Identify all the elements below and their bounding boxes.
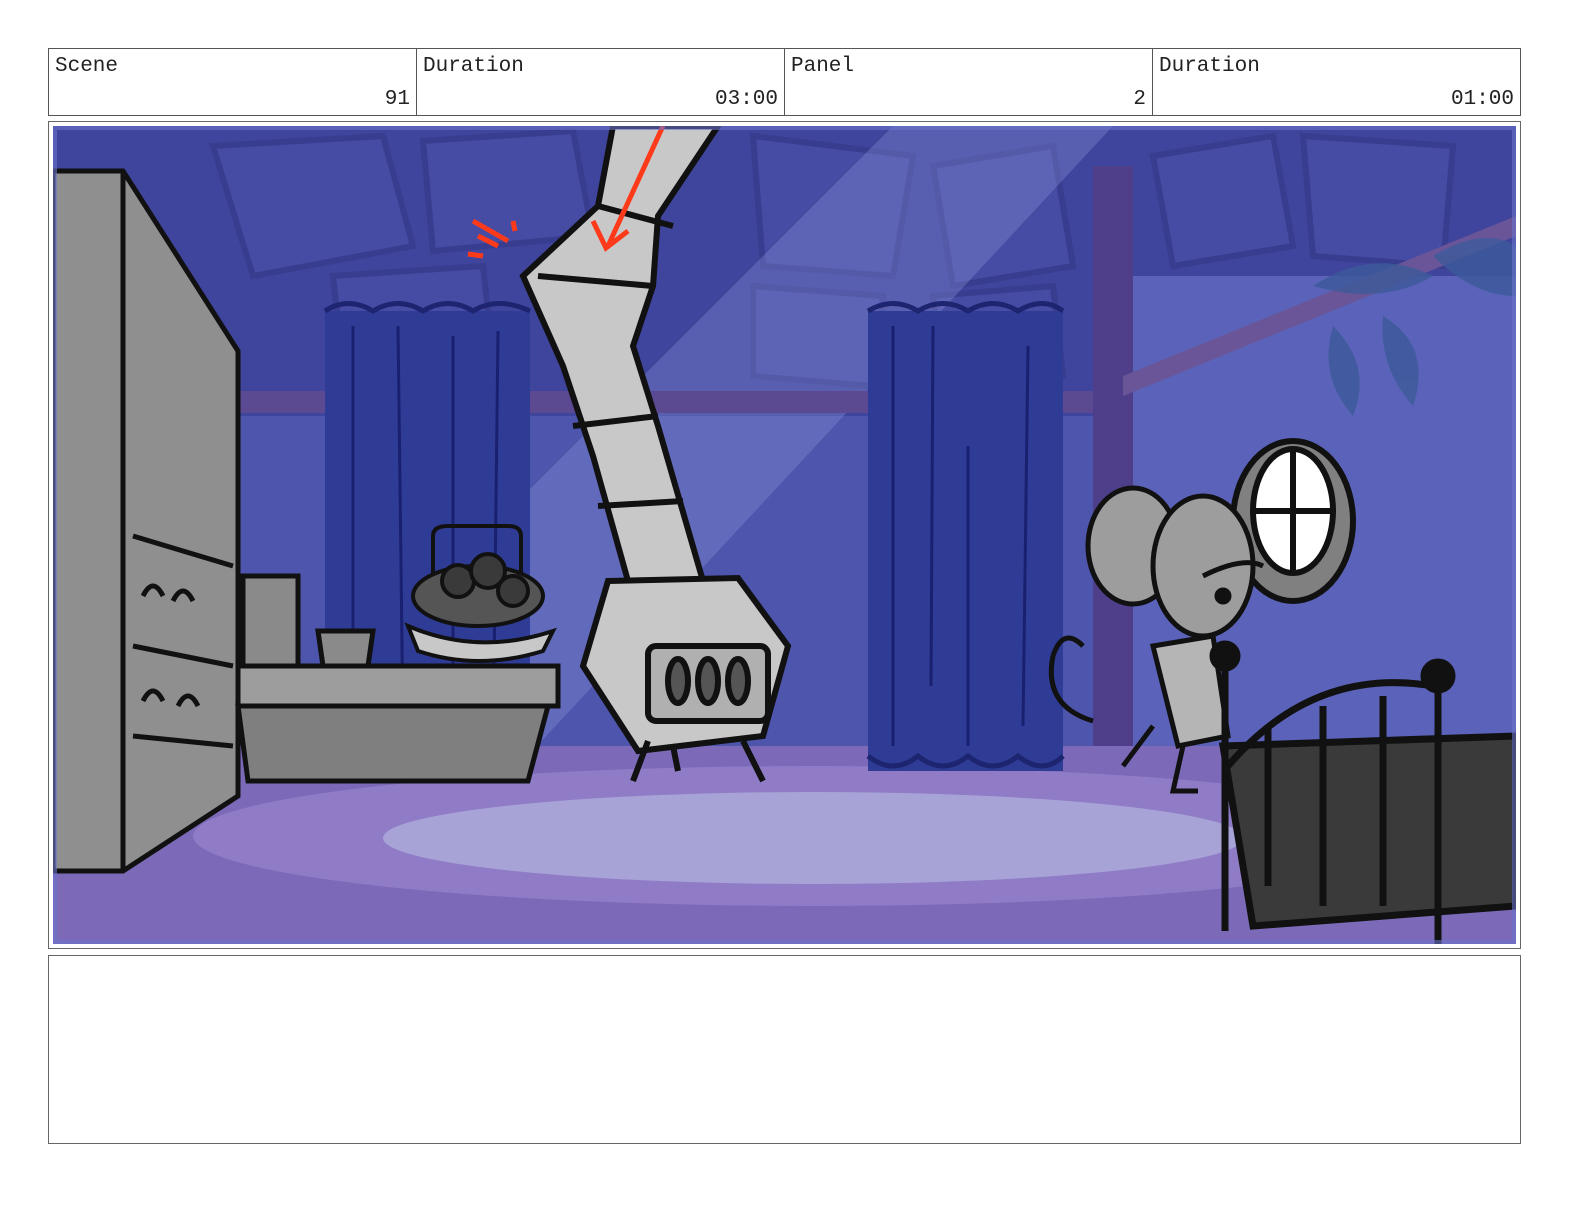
panel-number: 2 <box>1133 88 1146 111</box>
panel-illustration <box>53 126 1516 944</box>
panel-duration-cell: Duration 01:00 <box>1153 49 1520 115</box>
scene-number: 91 <box>384 88 410 111</box>
storyboard-panel-frame <box>48 121 1521 949</box>
scene-label: Scene <box>55 55 119 78</box>
scene-cell: Scene 91 <box>49 49 417 115</box>
panel-label: Panel <box>791 55 855 78</box>
panel-header: Scene 91 Duration 03:00 Panel 2 Duration… <box>48 48 1521 116</box>
scene-duration-value: 03:00 <box>714 88 778 111</box>
panel-duration-value: 01:00 <box>1450 88 1514 111</box>
storyboard-panel-image <box>53 126 1516 944</box>
right-curtain <box>866 301 1065 771</box>
rug-inner <box>383 792 1243 884</box>
scene-duration-label: Duration <box>423 55 524 78</box>
panel-cell: Panel 2 <box>785 49 1153 115</box>
panel-notes-box[interactable] <box>48 955 1521 1144</box>
pillar <box>1093 166 1133 766</box>
scene-duration-cell: Duration 03:00 <box>417 49 785 115</box>
panel-duration-label: Duration <box>1159 55 1260 78</box>
